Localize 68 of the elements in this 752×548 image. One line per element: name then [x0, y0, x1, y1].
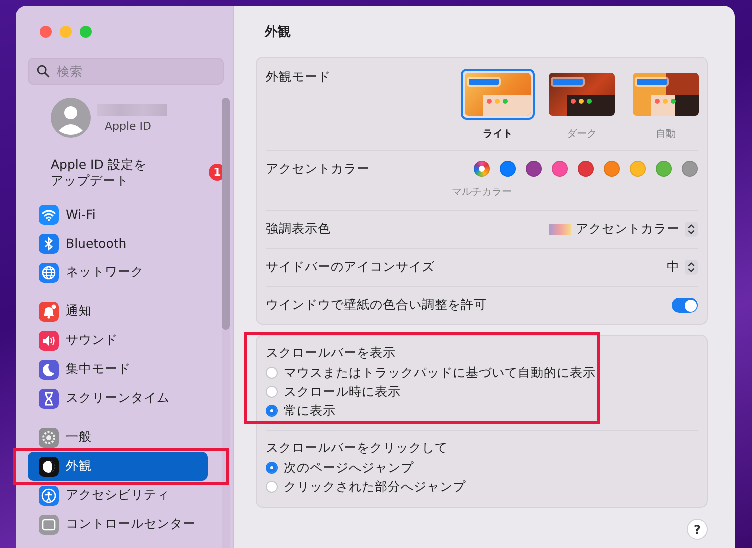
sidebar-item[interactable]: アクセシビリティ: [28, 481, 208, 510]
radio-button[interactable]: [266, 462, 278, 474]
color-swatch[interactable]: [604, 161, 620, 177]
color-swatch[interactable]: [552, 161, 568, 177]
color-swatch[interactable]: [500, 161, 516, 177]
radio-option[interactable]: 次のページへジャンプ: [266, 460, 698, 476]
sidebar-item[interactable]: 通知: [28, 297, 208, 326]
accessibility-icon: [39, 486, 59, 506]
color-swatch[interactable]: [682, 161, 698, 177]
update-notice[interactable]: Apple ID 設定を アップデート: [51, 157, 147, 189]
toggle-switch[interactable]: [672, 298, 698, 313]
page-title: 外観: [265, 25, 292, 41]
color-swatch[interactable]: [526, 161, 542, 177]
radio-option[interactable]: クリックされた部分へジャンプ: [266, 479, 698, 495]
setting-label: スクロールバーをクリックして: [266, 440, 449, 457]
icon-size-popup[interactable]: 中: [667, 259, 698, 276]
sidebar-item[interactable]: ネットワーク: [28, 258, 208, 287]
gradient-swatch-icon: [549, 224, 571, 235]
blurred-name: [97, 104, 167, 116]
contrast-icon: [39, 456, 59, 476]
setting-label: 強調表示色: [266, 221, 331, 238]
appearance-option-label: ライト: [483, 128, 513, 141]
globe-icon: [39, 262, 59, 282]
sidebar-item[interactable]: 集中モード: [28, 355, 208, 384]
radio-button[interactable]: [266, 405, 278, 417]
account-label: Apple ID: [105, 120, 153, 132]
sidebar-item[interactable]: 一般: [28, 423, 208, 452]
help-button[interactable]: ?: [687, 519, 708, 540]
radio-button[interactable]: [266, 386, 278, 398]
multicolor-swatch[interactable]: [474, 161, 490, 177]
radio-option[interactable]: スクロール時に表示: [266, 384, 698, 400]
sidebar-item[interactable]: コントロールセンター: [28, 510, 208, 539]
avatar-icon[interactable]: [51, 98, 91, 138]
search-field[interactable]: 検索: [28, 58, 224, 85]
appearance-option-label: 自動: [656, 128, 676, 141]
scrollbar[interactable]: [222, 98, 230, 548]
highlight-color-popup[interactable]: アクセントカラー: [549, 221, 698, 238]
bell-icon: [39, 302, 59, 322]
sidebar-item[interactable]: スクリーンタイム: [28, 384, 208, 413]
wifi-icon: [39, 204, 59, 224]
swatch-caption: マルチカラー: [452, 186, 512, 199]
setting-label: サイドバーのアイコンサイズ: [266, 259, 435, 276]
sidebar-item[interactable]: Wi-Fi: [28, 200, 208, 229]
sidebar-item[interactable]: Bluetooth: [28, 229, 208, 258]
stepper-icon: [685, 260, 698, 275]
hourglass-icon: [39, 388, 59, 408]
speaker-icon: [39, 330, 59, 350]
radio-button[interactable]: [266, 367, 278, 379]
setting-label: アクセントカラー: [266, 161, 370, 178]
radio-option[interactable]: マウスまたはトラックパッドに基づいて自動的に表示: [266, 365, 698, 381]
gear-icon: [39, 428, 59, 448]
color-swatch[interactable]: [630, 161, 646, 177]
setting-label: ウインドウで壁紙の色合い調整を許可: [266, 297, 487, 314]
sidebar-item[interactable]: 外観: [28, 452, 208, 481]
radio-option[interactable]: 常に表示: [266, 403, 698, 419]
bluetooth-icon: [39, 234, 59, 254]
radio-button[interactable]: [266, 481, 278, 493]
zoom-button[interactable]: [80, 26, 92, 38]
color-swatch[interactable]: [578, 161, 594, 177]
close-button[interactable]: [40, 26, 52, 38]
moon-icon: [39, 360, 59, 380]
appearance-thumbnail[interactable]: [461, 69, 535, 120]
stepper-icon: [685, 222, 698, 237]
sidebar-item[interactable]: サウンド: [28, 326, 208, 355]
setting-label: スクロールバーを表示: [266, 345, 397, 362]
color-swatch[interactable]: [656, 161, 672, 177]
setting-label: 外観モード: [266, 69, 331, 86]
appearance-option-label: ダーク: [567, 128, 597, 141]
